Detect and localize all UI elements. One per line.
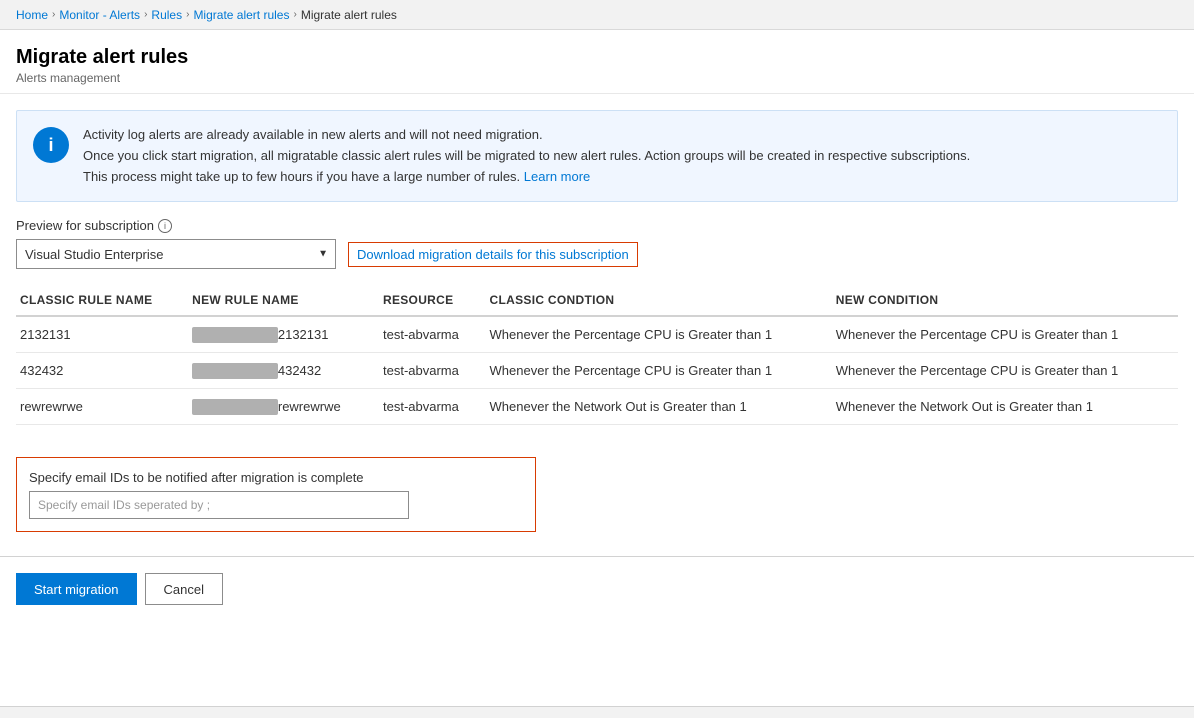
breadcrumb-sep-3: › bbox=[186, 9, 189, 20]
cell-new-condition: Whenever the Percentage CPU is Greater t… bbox=[832, 353, 1178, 389]
subscription-label: Preview for subscription i bbox=[16, 218, 1178, 233]
col-resource: RESOURCE bbox=[379, 285, 486, 316]
cell-classic-rule-name: 432432 bbox=[16, 353, 188, 389]
info-icon: i bbox=[33, 127, 69, 163]
col-new-rule-name: NEW RULE NAME bbox=[188, 285, 379, 316]
breadcrumb-home[interactable]: Home bbox=[16, 8, 48, 22]
start-migration-button[interactable]: Start migration bbox=[16, 573, 137, 605]
page-title: Migrate alert rules bbox=[16, 46, 1178, 69]
cell-new-condition: Whenever the Percentage CPU is Greater t… bbox=[832, 316, 1178, 353]
action-buttons: Start migration Cancel bbox=[0, 573, 1194, 629]
main-content: Preview for subscription i Visual Studio… bbox=[0, 218, 1194, 532]
top-bar: Home › Monitor - Alerts › Rules › Migrat… bbox=[0, 0, 1194, 30]
cell-resource: test-abvarma bbox=[379, 316, 486, 353]
cell-classic-rule-name: 2132131 bbox=[16, 316, 188, 353]
breadcrumb-sep-1: › bbox=[52, 9, 55, 20]
cell-new-rule-name: migrated___2132131 bbox=[188, 316, 379, 353]
table-row: 432432migrated___432432test-abvarmaWhene… bbox=[16, 353, 1178, 389]
rules-table: CLASSIC RULE NAME NEW RULE NAME RESOURCE… bbox=[16, 285, 1178, 425]
cell-classic-condition: Whenever the Percentage CPU is Greater t… bbox=[486, 353, 832, 389]
table-header-row: CLASSIC RULE NAME NEW RULE NAME RESOURCE… bbox=[16, 285, 1178, 316]
breadcrumb-rules[interactable]: Rules bbox=[151, 8, 182, 22]
email-input[interactable] bbox=[29, 491, 409, 519]
page-subtitle: Alerts management bbox=[16, 71, 1178, 85]
info-text: Activity log alerts are already availabl… bbox=[83, 125, 970, 187]
col-classic-condition: CLASSIC CONDTION bbox=[486, 285, 832, 316]
cell-classic-condition: Whenever the Percentage CPU is Greater t… bbox=[486, 316, 832, 353]
cell-resource: test-abvarma bbox=[379, 389, 486, 425]
breadcrumb-sep-4: › bbox=[293, 9, 296, 20]
page-header: Migrate alert rules Alerts management bbox=[0, 30, 1194, 94]
cell-new-rule-name: migrated___432432 bbox=[188, 353, 379, 389]
breadcrumb: Home › Monitor - Alerts › Rules › Migrat… bbox=[16, 8, 397, 22]
breadcrumb-monitor-alerts[interactable]: Monitor - Alerts bbox=[59, 8, 140, 22]
subscription-section: Preview for subscription i Visual Studio… bbox=[16, 218, 1178, 269]
breadcrumb-sep-2: › bbox=[144, 9, 147, 20]
cell-new-condition: Whenever the Network Out is Greater than… bbox=[832, 389, 1178, 425]
subscription-row: Visual Studio Enterprise ▼ Download migr… bbox=[16, 239, 1178, 269]
breadcrumb-migrate-alert-rules[interactable]: Migrate alert rules bbox=[193, 8, 289, 22]
table-row: 2132131migrated___2132131test-abvarmaWhe… bbox=[16, 316, 1178, 353]
cell-new-rule-name: migrated___rewrewrwe bbox=[188, 389, 379, 425]
divider bbox=[0, 556, 1194, 557]
bottom-scrollbar[interactable] bbox=[0, 706, 1194, 718]
info-line3: This process might take up to few hours … bbox=[83, 169, 520, 184]
cell-classic-condition: Whenever the Network Out is Greater than… bbox=[486, 389, 832, 425]
learn-more-link[interactable]: Learn more bbox=[524, 169, 590, 184]
download-migration-link[interactable]: Download migration details for this subs… bbox=[348, 242, 638, 267]
col-new-condition: NEW CONDITION bbox=[832, 285, 1178, 316]
cell-classic-rule-name: rewrewrwe bbox=[16, 389, 188, 425]
table-row: rewrewrwemigrated___rewrewrwetest-abvarm… bbox=[16, 389, 1178, 425]
col-classic-rule-name: CLASSIC RULE NAME bbox=[16, 285, 188, 316]
info-line2: Once you click start migration, all migr… bbox=[83, 148, 970, 163]
cell-resource: test-abvarma bbox=[379, 353, 486, 389]
info-line1: Activity log alerts are already availabl… bbox=[83, 127, 543, 142]
breadcrumb-current: Migrate alert rules bbox=[301, 8, 397, 22]
subscription-select-wrapper: Visual Studio Enterprise ▼ bbox=[16, 239, 336, 269]
subscription-select[interactable]: Visual Studio Enterprise bbox=[16, 239, 336, 269]
email-label: Specify email IDs to be notified after m… bbox=[29, 470, 523, 485]
cancel-button[interactable]: Cancel bbox=[145, 573, 223, 605]
email-section: Specify email IDs to be notified after m… bbox=[16, 457, 536, 532]
info-banner: i Activity log alerts are already availa… bbox=[16, 110, 1178, 202]
subscription-info-icon[interactable]: i bbox=[158, 219, 172, 233]
